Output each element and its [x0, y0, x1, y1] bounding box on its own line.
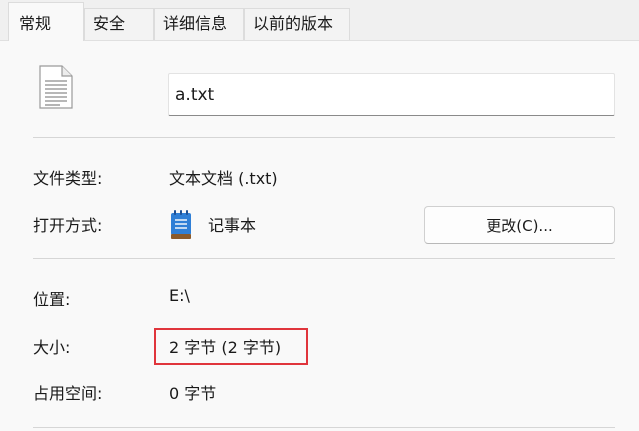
highlight-box — [154, 328, 308, 365]
size-on-disk-value: 0 字节 — [169, 384, 217, 403]
size-label: 大小: — [33, 338, 71, 357]
open-with-label: 打开方式: — [33, 216, 103, 235]
divider — [33, 427, 615, 428]
file-type-label: 文件类型: — [33, 169, 103, 188]
text-document-icon — [38, 65, 74, 109]
open-with-value: 记事本 — [208, 216, 257, 235]
file-type-value: 文本文档 (.txt) — [169, 169, 278, 188]
tab-security[interactable]: 安全 — [84, 8, 154, 40]
tab-bar: 常规 安全 详细信息 以前的版本 — [0, 0, 639, 41]
change-button[interactable]: 更改(C)... — [424, 206, 615, 244]
divider — [33, 258, 615, 259]
tab-details[interactable]: 详细信息 — [154, 8, 244, 40]
tab-previous-versions[interactable]: 以前的版本 — [244, 8, 350, 40]
tab-general[interactable]: 常规 — [8, 2, 84, 41]
location-value: E:\ — [169, 286, 190, 305]
filename-input[interactable] — [168, 73, 615, 116]
divider — [33, 137, 615, 138]
size-on-disk-label: 占用空间: — [33, 384, 103, 403]
location-label: 位置: — [33, 290, 71, 309]
notepad-icon — [170, 209, 192, 240]
properties-dialog: 常规 安全 详细信息 以前的版本 文件类型: 文本文档 (.txt) 打开方式: — [0, 0, 639, 431]
